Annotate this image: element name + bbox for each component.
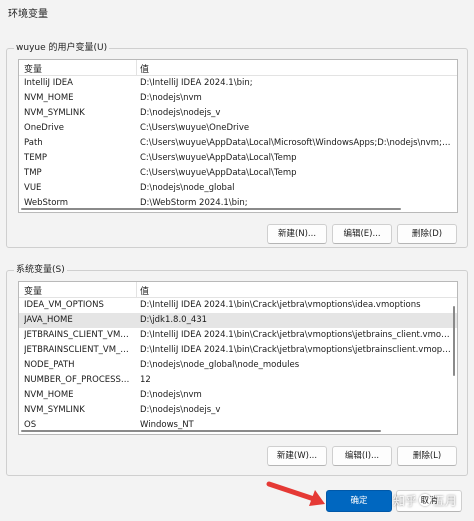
variable-value-cell: C:\Users\wuyue\OneDrive bbox=[140, 123, 250, 133]
system-vars-label: 系统变量(S) bbox=[14, 262, 67, 275]
variable-value-cell: D:\IntelliJ IDEA 2024.1\bin; bbox=[140, 78, 253, 88]
column-header-name[interactable]: 变量 bbox=[24, 62, 42, 75]
red-arrow-annotation bbox=[266, 481, 325, 506]
variable-name-cell: NVM_SYMLINK bbox=[24, 405, 85, 415]
variable-name-cell: Path bbox=[24, 138, 43, 148]
variable-name-cell: OneDrive bbox=[24, 123, 64, 133]
variable-value-cell: D:\nodejs\node_global bbox=[140, 183, 235, 193]
variable-name-cell: NVM_HOME bbox=[24, 390, 74, 400]
variable-value-cell: C:\Users\wuyue\AppData\Local\Temp bbox=[140, 168, 297, 178]
variable-name-cell: VUE bbox=[24, 183, 42, 193]
ok-button[interactable]: 确定 bbox=[326, 490, 392, 512]
window-title: 环境变量 bbox=[8, 9, 48, 20]
title-bar: 环境变量 bbox=[0, 0, 474, 22]
column-header-name[interactable]: 变量 bbox=[24, 284, 42, 297]
variable-value-cell: D:\nodejs\nodejs_v bbox=[140, 108, 221, 118]
column-separator[interactable] bbox=[136, 60, 137, 75]
user-edit-button[interactable]: 编辑(E)... bbox=[332, 224, 392, 244]
system-vars-list[interactable]: 变量 值 IDEA_VM_OPTIONS D:\IntelliJ IDEA 202… bbox=[18, 281, 458, 435]
table-row[interactable]: JETBRAINSCLIENT_VM_O... D:\IntelliJ IDEA … bbox=[19, 343, 457, 358]
variable-name-cell: NODE_PATH bbox=[24, 360, 75, 370]
system-new-button[interactable]: 新建(W)... bbox=[267, 446, 327, 466]
variable-value-cell: C:\Users\wuyue\AppData\Local\Microsoft\W… bbox=[140, 138, 452, 148]
scrollbar-thumb[interactable] bbox=[453, 306, 455, 376]
vertical-scrollbar[interactable] bbox=[451, 298, 457, 426]
table-row[interactable]: TEMP C:\Users\wuyue\AppData\Local\Temp bbox=[19, 151, 457, 166]
table-row[interactable]: TMP C:\Users\wuyue\AppData\Local\Temp bbox=[19, 166, 457, 181]
arrow-shaft bbox=[266, 481, 320, 503]
user-vars-list[interactable]: 变量 值 IntelliJ IDEA D:\IntelliJ IDEA 2024.… bbox=[18, 59, 458, 213]
variable-value-cell: D:\jdk1.8.0_431 bbox=[140, 315, 208, 325]
variable-name-cell: NUMBER_OF_PROCESSORS bbox=[24, 375, 132, 385]
variable-value-cell: D:\nodejs\nvm bbox=[140, 93, 202, 103]
column-header-value[interactable]: 值 bbox=[140, 284, 149, 297]
table-row[interactable]: NVM_SYMLINK D:\nodejs\nodejs_v bbox=[19, 106, 457, 121]
user-new-button[interactable]: 新建(N)... bbox=[267, 224, 327, 244]
variable-value-cell: D:\IntelliJ IDEA 2024.1\bin\Crack\jetbra… bbox=[140, 330, 452, 340]
table-row[interactable]: NUMBER_OF_PROCESSORS 12 bbox=[19, 373, 457, 388]
table-row[interactable]: JAVA_HOME D:\jdk1.8.0_431 bbox=[19, 313, 457, 328]
user-vars-label: wuyue 的用户变量(U) bbox=[14, 40, 110, 53]
table-row[interactable]: JETBRAINS_CLIENT_VM_O... D:\IntelliJ IDEA… bbox=[19, 328, 457, 343]
variable-value-cell: D:\IntelliJ IDEA 2024.1\bin\Crack\jetbra… bbox=[140, 300, 421, 310]
watermark-text-right: 五月 bbox=[433, 494, 458, 508]
variable-value-cell: C:\Users\wuyue\AppData\Local\Temp bbox=[140, 153, 297, 163]
variable-value-cell: 12 bbox=[140, 375, 151, 385]
variable-name-cell: IDEA_VM_OPTIONS bbox=[24, 300, 104, 310]
variable-name-cell: IntelliJ IDEA bbox=[24, 78, 73, 88]
table-row[interactable]: VUE D:\nodejs\node_global bbox=[19, 181, 457, 196]
column-separator[interactable] bbox=[136, 282, 137, 297]
variable-value-cell: D:\nodejs\nodejs_v bbox=[140, 405, 221, 415]
variable-name-cell: JETBRAINSCLIENT_VM_O... bbox=[24, 345, 132, 355]
table-row[interactable]: NVM_HOME D:\nodejs\nvm bbox=[19, 91, 457, 106]
table-row[interactable]: Path C:\Users\wuyue\AppData\Local\Microso… bbox=[19, 136, 457, 151]
variable-name-cell: TMP bbox=[24, 168, 42, 178]
column-header-value[interactable]: 值 bbox=[140, 62, 149, 75]
table-row[interactable]: NODE_PATH D:\nodejs\node_global\node_modu… bbox=[19, 358, 457, 373]
table-row[interactable]: NVM_HOME D:\nodejs\nvm bbox=[19, 388, 457, 403]
variable-name-cell: JETBRAINS_CLIENT_VM_O... bbox=[24, 330, 132, 340]
horizontal-scrollbar[interactable] bbox=[21, 429, 449, 432]
variable-name-cell: NVM_SYMLINK bbox=[24, 108, 85, 118]
user-vars-header: 变量 值 bbox=[19, 60, 457, 76]
scrollbar-thumb[interactable] bbox=[21, 208, 401, 210]
system-vars-rows: IDEA_VM_OPTIONS D:\IntelliJ IDEA 2024.1\b… bbox=[19, 298, 457, 433]
user-vars-rows: IntelliJ IDEA D:\IntelliJ IDEA 2024.1\bin… bbox=[19, 76, 457, 211]
at-icon bbox=[419, 494, 432, 506]
scrollbar-thumb[interactable] bbox=[21, 430, 381, 432]
system-delete-button[interactable]: 删除(L) bbox=[397, 446, 457, 466]
watermark: 知乎 五月 bbox=[393, 492, 457, 509]
variable-value-cell: D:\nodejs\nvm bbox=[140, 390, 202, 400]
variable-name-cell: NVM_HOME bbox=[24, 93, 74, 103]
variable-value-cell: D:\nodejs\node_global\node_modules bbox=[140, 360, 300, 370]
table-row[interactable]: IDEA_VM_OPTIONS D:\IntelliJ IDEA 2024.1\b… bbox=[19, 298, 457, 313]
horizontal-scrollbar[interactable] bbox=[21, 207, 449, 210]
table-row[interactable]: NVM_SYMLINK D:\nodejs\nodejs_v bbox=[19, 403, 457, 418]
variable-value-cell: D:\IntelliJ IDEA 2024.1\bin\Crack\jetbra… bbox=[140, 345, 452, 355]
table-row[interactable]: OneDrive C:\Users\wuyue\OneDrive bbox=[19, 121, 457, 136]
table-row[interactable]: IntelliJ IDEA D:\IntelliJ IDEA 2024.1\bin… bbox=[19, 76, 457, 91]
watermark-text-left: 知乎 bbox=[393, 494, 418, 508]
system-vars-header: 变量 值 bbox=[19, 282, 457, 298]
variable-name-cell: TEMP bbox=[24, 153, 48, 163]
variable-name-cell: JAVA_HOME bbox=[24, 315, 73, 325]
user-delete-button[interactable]: 删除(D) bbox=[397, 224, 457, 244]
system-edit-button[interactable]: 编辑(I)... bbox=[332, 446, 392, 466]
